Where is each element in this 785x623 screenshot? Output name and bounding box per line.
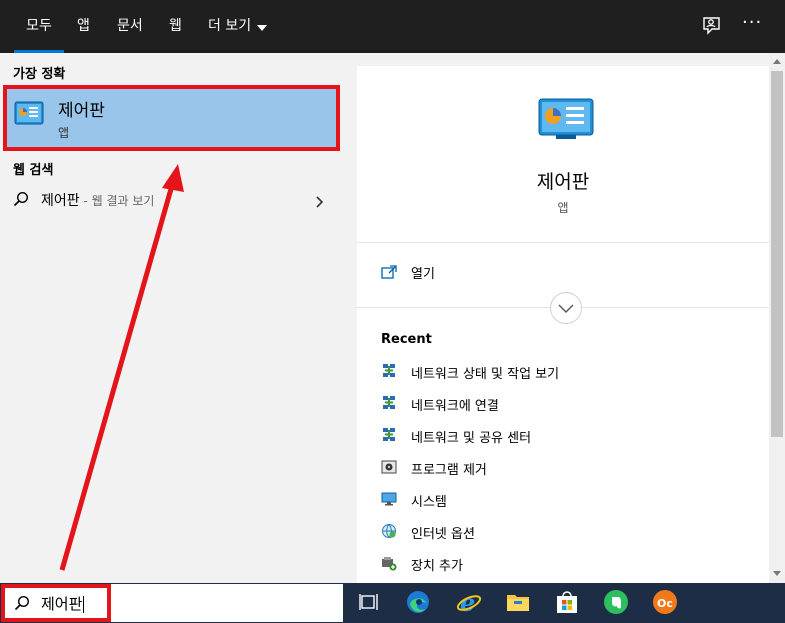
divider bbox=[357, 242, 769, 243]
add-device-icon bbox=[381, 555, 397, 571]
recent-heading: Recent bbox=[381, 332, 432, 347]
network-icon bbox=[381, 395, 397, 411]
oc-app-label: Oc bbox=[657, 597, 673, 610]
web-search-item[interactable]: 제어판 - 웹 결과 보기 bbox=[0, 186, 356, 216]
web-search-hint: - 웹 결과 보기 bbox=[79, 194, 155, 208]
search-tabs-bar: 모두 앱 문서 웹 더 보기 ··· bbox=[0, 0, 785, 53]
web-search-query: 제어판 bbox=[41, 193, 80, 209]
preview-card: 제어판 앱 열기 Recent 네트워크 상태 및 작업 보기 네트워크에 연결 bbox=[357, 66, 769, 583]
tab-documents-label: 문서 bbox=[117, 18, 143, 34]
web-search-heading: 웹 검색 bbox=[13, 163, 54, 178]
scroll-thumb[interactable] bbox=[771, 71, 783, 437]
search-icon bbox=[13, 191, 29, 207]
tab-all[interactable]: 모두 bbox=[14, 0, 64, 53]
network-icon bbox=[381, 363, 397, 379]
chevron-down-icon bbox=[257, 24, 268, 31]
preview-app-title: 제어판 bbox=[536, 171, 590, 193]
ellipsis-icon[interactable]: ··· bbox=[742, 12, 766, 36]
feedback-icon[interactable] bbox=[700, 14, 724, 38]
recent-item-label: 네트워크 및 공유 센터 bbox=[411, 431, 532, 446]
recent-item-label: 시스템 bbox=[411, 495, 447, 510]
tab-apps[interactable]: 앱 bbox=[77, 0, 90, 53]
task-view-icon[interactable] bbox=[357, 589, 383, 615]
recent-item-label: 네트워크 상태 및 작업 보기 bbox=[411, 367, 560, 382]
file-explorer-icon[interactable] bbox=[505, 589, 531, 615]
expand-button[interactable] bbox=[550, 292, 582, 324]
recent-item-label: 네트워크에 연결 bbox=[411, 399, 499, 414]
annotation-highlight-box bbox=[3, 85, 340, 151]
taskbar: 제어판 e Oc bbox=[0, 583, 785, 623]
tab-apps-label: 앱 bbox=[77, 18, 90, 34]
control-panel-large-icon bbox=[538, 98, 594, 140]
scroll-down-icon[interactable] bbox=[773, 571, 781, 576]
network-icon bbox=[381, 427, 397, 443]
chevron-right-icon[interactable] bbox=[316, 193, 324, 208]
recent-item-label: 인터넷 옵션 bbox=[411, 527, 475, 542]
recent-item-label: 장치 추가 bbox=[411, 559, 463, 574]
chevron-down-icon bbox=[558, 304, 574, 313]
oc-app-icon[interactable]: Oc bbox=[652, 589, 678, 615]
scroll-up-icon[interactable] bbox=[773, 59, 781, 64]
tab-more[interactable]: 더 보기 bbox=[208, 0, 268, 53]
tab-web-label: 웹 bbox=[169, 18, 182, 34]
tab-documents[interactable]: 문서 bbox=[117, 0, 143, 53]
tab-web[interactable]: 웹 bbox=[169, 0, 182, 53]
tab-all-label: 모두 bbox=[26, 18, 52, 34]
scrollbar[interactable] bbox=[769, 53, 785, 583]
open-icon bbox=[381, 264, 397, 279]
web-search-text: 제어판 - 웹 결과 보기 bbox=[41, 190, 154, 210]
store-icon[interactable] bbox=[554, 589, 580, 615]
results-panel: 가장 정확 제어판 앱 웹 검색 제어판 - 웹 결과 보기 bbox=[0, 53, 356, 583]
annotation-highlight-box bbox=[1, 584, 111, 622]
internet-explorer-icon[interactable]: e bbox=[456, 588, 482, 617]
preview-app-subtitle: 앱 bbox=[557, 201, 569, 215]
evernote-icon[interactable] bbox=[603, 589, 629, 615]
preview-panel: 제어판 앱 열기 Recent 네트워크 상태 및 작업 보기 네트워크에 연결 bbox=[356, 53, 785, 583]
recent-item-label: 프로그램 제거 bbox=[411, 463, 487, 478]
internet-options-icon bbox=[381, 523, 397, 539]
best-match-heading: 가장 정확 bbox=[13, 67, 66, 82]
edge-icon[interactable] bbox=[405, 589, 431, 615]
open-label: 열기 bbox=[411, 267, 435, 282]
programs-icon bbox=[381, 459, 397, 475]
tab-more-label: 더 보기 bbox=[208, 18, 252, 34]
monitor-icon bbox=[381, 491, 397, 507]
